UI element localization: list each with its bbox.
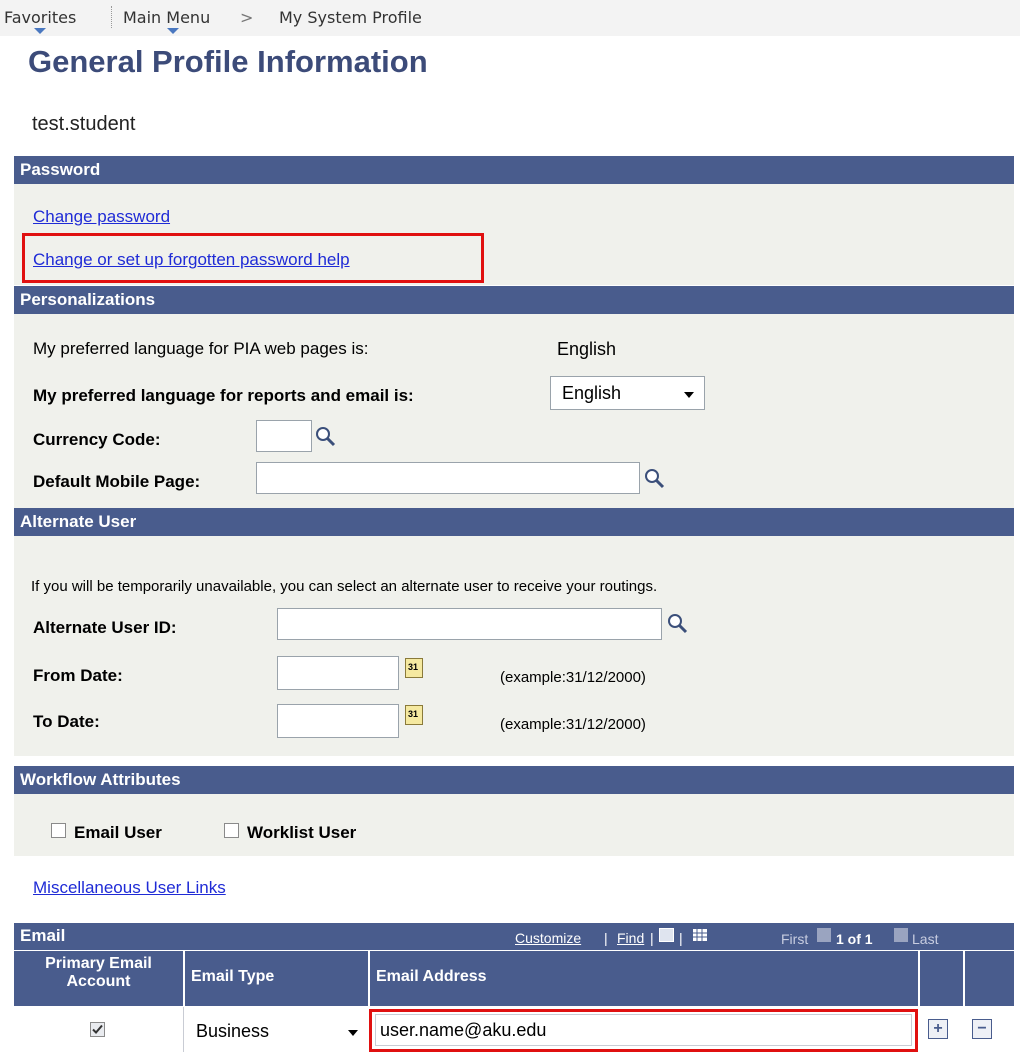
currency-code-label: Currency Code: — [33, 430, 161, 449]
miscellaneous-user-links[interactable]: Miscellaneous User Links — [33, 878, 226, 898]
email-user-checkbox[interactable] — [51, 823, 66, 838]
nav-separator — [111, 6, 112, 28]
default-mobile-page-label: Default Mobile Page: — [33, 472, 201, 491]
customize-link[interactable]: Customize — [515, 930, 581, 946]
first-link[interactable]: First — [781, 931, 808, 947]
to-date-label: To Date: — [33, 712, 100, 731]
email-user-label: Email User — [74, 823, 162, 842]
add-row-button[interactable]: + — [928, 1019, 948, 1039]
calendar-day: 31 — [408, 662, 419, 672]
from-date-input[interactable] — [277, 656, 399, 690]
alternate-user-info-text: If you will be temporarily unavailable, … — [31, 578, 658, 595]
password-header-label: Password — [20, 160, 101, 179]
view-all-icon[interactable] — [659, 928, 674, 942]
column-header-add — [920, 951, 964, 1006]
primary-email-cell — [14, 1007, 184, 1052]
worklist-user-label: Worklist User — [247, 823, 357, 842]
column-header-email-type[interactable]: Email Type — [185, 951, 369, 1006]
pia-language-value: English — [557, 339, 617, 359]
row-range: 1 of 1 — [836, 931, 873, 947]
email-address-input[interactable]: user.name@aku.edu — [375, 1014, 912, 1046]
personalizations-header-label: Personalizations — [20, 290, 156, 309]
lookup-search-icon[interactable] — [314, 425, 336, 447]
main-menu-dropdown-icon[interactable] — [167, 28, 179, 34]
chevron-down-icon — [684, 392, 694, 398]
change-password-link[interactable]: Change password — [33, 207, 170, 227]
alternate-user-header-label: Alternate User — [20, 512, 137, 531]
breadcrumb-current: My System Profile — [279, 8, 422, 27]
reports-language-label: My preferred language for reports and em… — [33, 386, 414, 405]
worklist-user-checkbox[interactable] — [224, 823, 239, 838]
main-menu[interactable]: Main Menu — [123, 8, 210, 27]
alternate-user-id-input[interactable] — [277, 608, 662, 640]
currency-code-input[interactable] — [256, 420, 312, 452]
calendar-day: 31 — [408, 709, 419, 719]
toolbar-separator: | — [679, 930, 683, 946]
column-header-label: Email Address — [376, 968, 487, 985]
favorites-dropdown-icon[interactable] — [34, 28, 46, 34]
workflow-attributes-section-header: Workflow Attributes — [14, 766, 1014, 794]
lookup-search-icon[interactable] — [666, 612, 688, 634]
lookup-search-icon[interactable] — [643, 467, 665, 489]
workflow-panel — [14, 794, 1014, 856]
column-header-label: Email Type — [191, 968, 275, 985]
from-date-example: (example:31/12/2000) — [500, 669, 646, 686]
pia-language-label: My preferred language for PIA web pages … — [33, 339, 369, 358]
email-grid: Email Customize | Find | | First 1 of 1 … — [14, 923, 1014, 1052]
reports-language-value: English — [562, 383, 622, 403]
primary-email-checkbox[interactable] — [90, 1022, 105, 1037]
reports-language-select[interactable]: English — [550, 376, 705, 410]
top-navigation-bar: Favorites Main Menu > My System Profile — [0, 0, 1020, 36]
workflow-header-label: Workflow Attributes — [20, 770, 181, 789]
column-header-primary[interactable]: Primary Email Account — [14, 951, 184, 1006]
to-date-input[interactable] — [277, 704, 399, 738]
default-mobile-page-input[interactable] — [256, 462, 640, 494]
column-header-label: Primary Email Account — [45, 955, 152, 990]
to-date-example: (example:31/12/2000) — [500, 716, 646, 733]
password-section-header: Password — [14, 156, 1014, 184]
column-header-email-address[interactable]: Email Address — [370, 951, 919, 1006]
last-link[interactable]: Last — [912, 931, 938, 947]
email-type-value: Business — [196, 1021, 270, 1041]
breadcrumb-separator-icon: > — [240, 8, 254, 27]
find-link[interactable]: Find — [617, 930, 644, 946]
column-header-delete — [965, 951, 1014, 1006]
from-date-label: From Date: — [33, 666, 123, 685]
calendar-icon[interactable]: 31 — [405, 658, 423, 678]
personalizations-section-header: Personalizations — [14, 286, 1014, 314]
user-id-display: test.student — [32, 113, 136, 135]
chevron-down-icon — [348, 1030, 358, 1036]
email-type-select[interactable]: Business — [190, 1014, 368, 1048]
alternate-user-id-label: Alternate User ID: — [33, 618, 177, 637]
toolbar-separator: | — [604, 930, 608, 946]
email-grid-toolbar: Email Customize | Find | | First 1 of 1 … — [14, 923, 1014, 950]
toolbar-separator: | — [650, 930, 654, 946]
forgotten-password-help-link[interactable]: Change or set up forgotten password help — [33, 250, 350, 270]
table-row: Business user.name@aku.edu + − — [14, 1007, 1014, 1052]
next-arrow-icon[interactable] — [894, 928, 908, 942]
calendar-icon[interactable]: 31 — [405, 705, 423, 725]
email-address-value: user.name@aku.edu — [380, 1020, 547, 1040]
favorites-menu[interactable]: Favorites — [4, 8, 76, 27]
download-grid-icon[interactable] — [692, 926, 708, 942]
previous-arrow-icon[interactable] — [817, 928, 831, 942]
delete-row-button[interactable]: − — [972, 1019, 992, 1039]
alternate-user-section-header: Alternate User — [14, 508, 1014, 536]
page-title: General Profile Information — [28, 44, 428, 79]
email-grid-title: Email — [20, 926, 66, 945]
